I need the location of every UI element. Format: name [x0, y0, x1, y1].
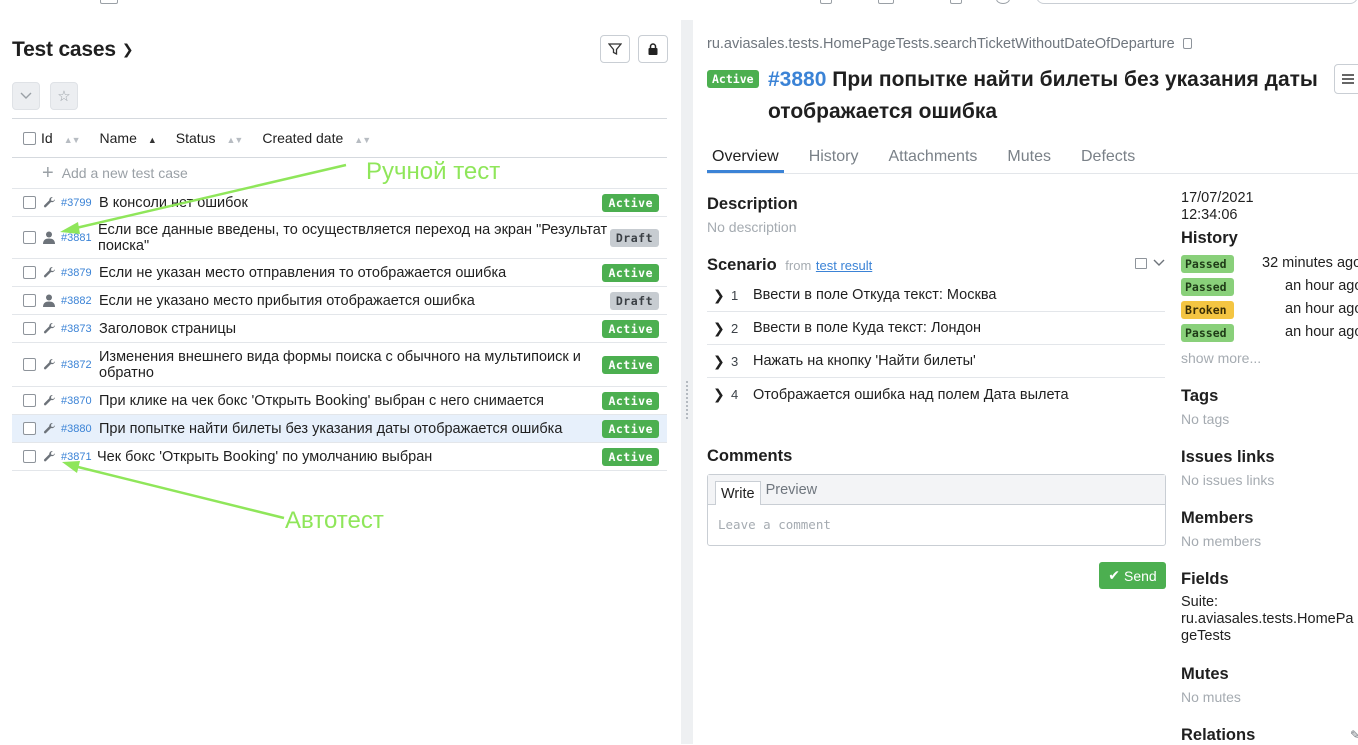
members-empty: No members	[1181, 533, 1262, 549]
chevron-down-icon[interactable]	[1153, 259, 1165, 267]
drag-handle-icon[interactable]	[685, 380, 689, 420]
copy-icon[interactable]	[1182, 38, 1192, 49]
status-badge: Passed	[1181, 255, 1234, 273]
step-number: 3	[731, 353, 739, 369]
suite-label: Suite:	[1181, 594, 1219, 610]
comments-heading: Comments	[707, 447, 793, 465]
layout-toggle-icon[interactable]	[1135, 258, 1147, 269]
history-time: an hour ago	[1285, 301, 1358, 317]
created-time: 12:34:06	[1181, 207, 1238, 223]
step-text: Нажать на кнопку 'Найти билеты'	[753, 353, 976, 369]
chevron-right-icon[interactable]: ❯	[713, 353, 727, 370]
issues-heading: Issues links	[1181, 448, 1275, 466]
mutes-empty: No mutes	[1181, 689, 1241, 705]
history-item[interactable]: Broken an hour ago	[1181, 301, 1358, 321]
status-badge: Active	[707, 70, 759, 88]
detail-tabs: Overview History Attachments Mutes Defec…	[707, 144, 1358, 174]
test-cases-panel: Test cases ❯ ☆ Id ▲▼ Name ▲ Status ▲▼ Create…	[0, 0, 680, 744]
status-badge: Broken	[1181, 301, 1234, 319]
tab-history[interactable]: History	[804, 144, 864, 173]
annotation-arrow-manual	[75, 163, 347, 230]
history-heading: History	[1181, 229, 1238, 247]
comment-input[interactable]: Leave a comment	[708, 505, 1165, 544]
test-case-id: #3880	[768, 68, 827, 91]
created-date: 17/07/2021	[1181, 190, 1254, 206]
members-heading: Members	[1181, 509, 1254, 527]
fields-heading: Fields	[1181, 570, 1229, 588]
comment-editor: Write Preview Leave a comment	[707, 474, 1166, 546]
show-more-link[interactable]: show more...	[1181, 350, 1261, 366]
arrowhead-icon	[62, 461, 80, 473]
check-icon: ✔	[1108, 567, 1121, 583]
preview-tab[interactable]: Preview	[761, 478, 823, 504]
tab-mutes[interactable]: Mutes	[1002, 144, 1056, 173]
annotation-arrow-auto	[77, 465, 285, 520]
chevron-right-icon[interactable]: ❯	[713, 320, 727, 337]
annotation-autotest: Автотест	[285, 507, 384, 534]
description-heading: Description	[707, 195, 798, 213]
scenario-step[interactable]: ❯ 3 Нажать на кнопку 'Найти билеты'	[707, 345, 1165, 378]
chevron-right-icon[interactable]: ❯	[713, 386, 727, 403]
suite-value-line1: ru.aviasales.tests.HomePa	[1181, 611, 1354, 627]
test-case-detail: ru.aviasales.tests.HomePageTests.searchT…	[694, 0, 1358, 744]
relations-heading: Relations	[1181, 726, 1256, 744]
test-path-text: ru.aviasales.tests.HomePageTests.searchT…	[707, 36, 1175, 52]
mutes-heading: Mutes	[1181, 665, 1229, 683]
scenario-heading: Scenario from test result	[707, 256, 872, 275]
history-time: an hour ago	[1285, 324, 1358, 340]
test-result-link[interactable]: test result	[816, 258, 872, 273]
suite-value-line2: geTests	[1181, 628, 1231, 644]
test-case-title: #3880 При попытке найти билеты без указа…	[768, 64, 1338, 128]
panel-splitter[interactable]	[681, 20, 693, 744]
history-item[interactable]: Passed an hour ago	[1181, 324, 1358, 344]
send-button[interactable]: ✔ Send	[1099, 562, 1166, 589]
scenario-from-label: from	[785, 258, 812, 273]
annotation-arrows	[60, 163, 347, 520]
step-number: 1	[731, 287, 739, 303]
scenario-step[interactable]: ❯ 2 Ввести в поле Куда текст: Лондон	[707, 312, 1165, 345]
write-tab[interactable]: Write	[715, 481, 761, 505]
arrowhead-icon	[60, 222, 80, 234]
tab-overview[interactable]: Overview	[707, 144, 784, 173]
hamburger-icon	[1342, 74, 1354, 84]
history-item[interactable]: Passed an hour ago	[1181, 278, 1358, 298]
scenario-step[interactable]: ❯ 1 Ввести в поле Откуда текст: Москва	[707, 279, 1165, 312]
history-time: 32 minutes ago	[1262, 255, 1358, 271]
step-number: 4	[731, 387, 739, 402]
scenario-step[interactable]: ❯ 4 Отображается ошибка над полем Дата в…	[707, 378, 1165, 411]
tab-attachments[interactable]: Attachments	[883, 144, 982, 173]
status-badge: Passed	[1181, 278, 1234, 296]
step-text: Ввести в поле Откуда текст: Москва	[753, 287, 997, 303]
status-badge: Passed	[1181, 324, 1234, 342]
description-text: No description	[707, 219, 797, 235]
issues-empty: No issues links	[1181, 472, 1275, 488]
tab-defects[interactable]: Defects	[1076, 144, 1140, 173]
menu-button[interactable]	[1334, 64, 1358, 94]
step-number: 2	[731, 320, 739, 336]
annotation-manual-test: Ручной тест	[366, 158, 501, 185]
chevron-right-icon[interactable]: ❯	[713, 287, 727, 304]
history-time: an hour ago	[1285, 278, 1358, 294]
step-text: Отображается ошибка над полем Дата вылет…	[753, 386, 1069, 403]
test-path: ru.aviasales.tests.HomePageTests.searchT…	[707, 36, 1192, 52]
tags-heading: Tags	[1181, 387, 1219, 405]
scenario-heading-text: Scenario	[707, 256, 777, 274]
comment-tabs: Write Preview	[708, 475, 1165, 505]
test-case-title-text: При попытке найти билеты без указания да…	[768, 68, 1318, 123]
step-text: Ввести в поле Куда текст: Лондон	[753, 320, 982, 336]
tags-empty: No tags	[1181, 411, 1230, 427]
edit-icon[interactable]: ✎	[1350, 728, 1358, 742]
history-item[interactable]: Passed 32 minutes ago	[1181, 255, 1358, 275]
send-label: Send	[1124, 567, 1157, 584]
